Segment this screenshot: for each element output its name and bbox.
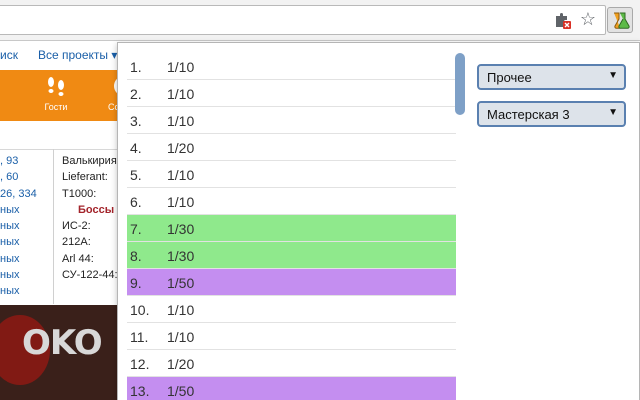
- list-item-number: 1.: [130, 59, 142, 75]
- list-item-number: 7.: [130, 221, 142, 237]
- ratio-list: 1. 1/10 2. 1/10 3. 1/10 4. 1/20 5. 1/10 6. 1/10 7. 1/…: [127, 53, 456, 400]
- stat-line: 26, 334: [0, 187, 37, 200]
- puzzle-extension-icon[interactable]: [553, 11, 571, 29]
- list-item-number: 5.: [130, 167, 142, 183]
- workshop-select[interactable]: Мастерская 3 ▼: [477, 101, 626, 127]
- tank-label: СУ-122-44:: [62, 269, 118, 282]
- list-item[interactable]: 9. 1/50: [127, 269, 456, 296]
- stat-line: ных: [0, 236, 20, 249]
- bookmark-star-icon[interactable]: ☆: [578, 9, 598, 29]
- list-item-number: 8.: [130, 248, 142, 264]
- list-item-number: 2.: [130, 86, 142, 102]
- list-item-value: 1/10: [167, 167, 195, 183]
- list-item-number: 10.: [130, 302, 150, 318]
- divider: [0, 149, 120, 150]
- list-item-number: 12.: [130, 356, 150, 372]
- list-item[interactable]: 7. 1/30: [127, 215, 456, 242]
- list-item[interactable]: 12. 1/20: [127, 350, 456, 377]
- list-item-number: 3.: [130, 113, 142, 129]
- stat-line: , 60: [0, 171, 19, 184]
- list-item[interactable]: 4. 1/20: [127, 134, 456, 161]
- guests-label[interactable]: Гости: [34, 102, 78, 112]
- list-item-number: 6.: [130, 194, 142, 210]
- left-stats-column: , 93 , 60 26, 334 ных ных ных ных ных ны…: [0, 153, 52, 300]
- list-item[interactable]: 6. 1/10: [127, 188, 456, 215]
- list-item-number: 13.: [130, 383, 150, 399]
- list-item[interactable]: 11. 1/10: [127, 323, 456, 350]
- list-item-value: 1/10: [167, 59, 195, 75]
- list-item-value: 1/10: [167, 86, 195, 102]
- stat-line: ных: [0, 252, 20, 265]
- stat-line: ных: [0, 285, 20, 298]
- list-item-value: 1/30: [167, 248, 195, 264]
- column-separator: [53, 149, 54, 304]
- stat-line: ных: [0, 220, 20, 233]
- list-item-value: 1/10: [167, 302, 195, 318]
- banner-text: OKO: [22, 323, 103, 363]
- browser-toolbar: ☆: [0, 0, 640, 41]
- nav-projects-menu[interactable]: Все проекты ▾: [38, 48, 117, 62]
- list-item[interactable]: 8. 1/30: [127, 242, 456, 269]
- list-item-value: 1/10: [167, 113, 195, 129]
- stat-line: ных: [0, 203, 20, 216]
- list-item-value: 1/20: [167, 356, 195, 372]
- tank-label: T1000:: [62, 187, 97, 200]
- scrollbar-thumb[interactable]: [455, 53, 465, 115]
- tank-label: 212A:: [62, 236, 91, 249]
- list-item[interactable]: 3. 1/10: [127, 107, 456, 134]
- list-item-value: 1/10: [167, 194, 195, 210]
- bosses-heading: Боссы: [78, 203, 115, 216]
- stat-line: ных: [0, 269, 20, 282]
- list-item-number: 9.: [130, 275, 142, 291]
- flask-icon: [614, 12, 630, 29]
- list-item-value: 1/20: [167, 140, 195, 156]
- list-item[interactable]: 10. 1/10: [127, 296, 456, 323]
- game-banner-image[interactable]: OKO: [0, 305, 120, 400]
- category-select-value: Прочее: [487, 70, 532, 85]
- tank-list-column: Валькирия: Lieferant: T1000: Боссы ИС-2:…: [62, 153, 122, 283]
- stat-line: , 93: [0, 155, 19, 167]
- tank-label: Lieferant:: [62, 171, 108, 184]
- list-item-number: 11.: [130, 329, 149, 345]
- list-item-number: 4.: [130, 140, 142, 156]
- nav-search-link[interactable]: иск: [0, 48, 18, 62]
- list-item[interactable]: 5. 1/10: [127, 161, 456, 188]
- tank-label: Валькирия:: [62, 155, 120, 167]
- list-item[interactable]: 2. 1/10: [127, 80, 456, 107]
- tank-label: Arl 44:: [62, 252, 94, 265]
- category-select[interactable]: Прочее ▼: [477, 64, 626, 90]
- flask-extension-button[interactable]: [607, 7, 633, 33]
- tank-label: ИС-2:: [62, 220, 91, 233]
- extension-popup: 1. 1/10 2. 1/10 3. 1/10 4. 1/20 5. 1/10 6. 1/10 7. 1/…: [117, 42, 640, 400]
- workshop-select-value: Мастерская 3: [487, 107, 570, 122]
- dropdown-arrow-icon: ▼: [608, 70, 618, 81]
- dropdown-arrow-icon: ▼: [608, 107, 618, 118]
- footprints-icon[interactable]: [44, 76, 68, 98]
- list-item[interactable]: 1. 1/10: [127, 53, 456, 80]
- list-item-value: 1/10: [167, 329, 195, 345]
- address-bar[interactable]: [0, 5, 606, 35]
- list-item-value: 1/50: [167, 383, 195, 399]
- list-item-value: 1/30: [167, 221, 195, 237]
- list-item-value: 1/50: [167, 275, 195, 291]
- list-item[interactable]: 13. 1/50: [127, 377, 456, 400]
